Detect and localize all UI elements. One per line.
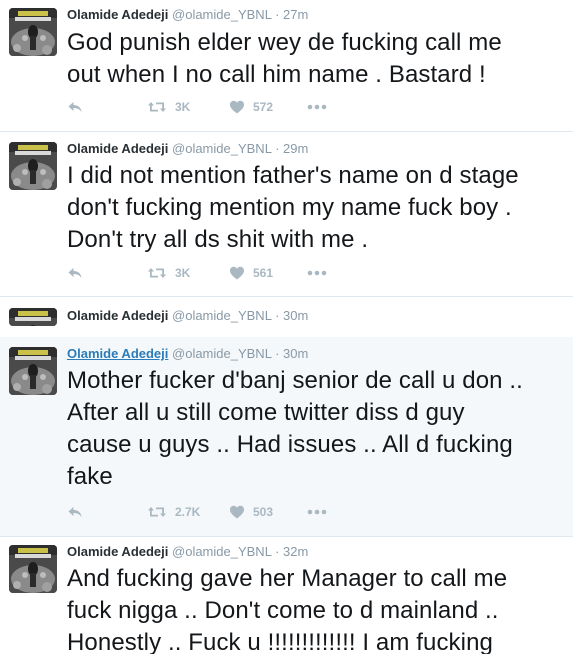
- more-icon: [307, 270, 327, 276]
- tweet[interactable]: Olamide Adedeji @olamide_YBNL · 30m: [0, 297, 573, 337]
- tweet-text: Mother fucker d'banj senior de call u do…: [67, 367, 523, 490]
- tweet-hovered[interactable]: Olamide Adedeji @olamide_YBNL · 30m Moth…: [0, 337, 573, 537]
- tweet-text: And fucking gave her Manager to call me …: [67, 565, 508, 654]
- author-handle[interactable]: @olamide_YBNL: [172, 141, 271, 156]
- tweet-timestamp[interactable]: 30m: [283, 346, 308, 361]
- tweet-header: Olamide Adedeji @olamide_YBNL · 30m: [67, 308, 308, 324]
- author-handle[interactable]: @olamide_YBNL: [172, 346, 271, 361]
- tweet-header: Olamide Adedeji @olamide_YBNL · 30m: [67, 346, 308, 362]
- separator: ·: [275, 544, 280, 559]
- like-count: 561: [253, 266, 274, 280]
- tweet-header: Olamide Adedeji @olamide_YBNL · 29m: [67, 141, 308, 157]
- separator: ·: [275, 141, 280, 156]
- separator: ·: [275, 346, 280, 361]
- author-handle[interactable]: @olamide_YBNL: [172, 7, 271, 22]
- author-name[interactable]: Olamide Adedeji: [67, 544, 168, 559]
- tweet-timestamp[interactable]: 30m: [283, 308, 308, 323]
- avatar-image: [9, 142, 57, 190]
- avatar[interactable]: [9, 142, 57, 190]
- reply-button[interactable]: [67, 504, 83, 520]
- more-icon: [307, 509, 327, 515]
- avatar[interactable]: [9, 308, 57, 326]
- more-button[interactable]: [307, 270, 327, 276]
- retweet-icon: [147, 99, 167, 115]
- tweet-header: Olamide Adedeji @olamide_YBNL · 32m: [67, 544, 308, 560]
- reply-button[interactable]: [67, 265, 83, 281]
- tweet-feed: Olamide Adedeji @olamide_YBNL · 27m God …: [0, 0, 573, 654]
- tweet-timestamp[interactable]: 32m: [283, 544, 308, 559]
- tweet-text: God punish elder wey de fucking call me …: [67, 29, 502, 88]
- more-button[interactable]: [307, 509, 327, 515]
- avatar-image: [9, 8, 57, 56]
- like-button[interactable]: 561: [229, 265, 273, 281]
- tweet-text: I did not mention father's name on d sta…: [67, 162, 519, 253]
- avatar-image: [9, 545, 57, 593]
- like-icon: [229, 265, 245, 281]
- separator: ·: [275, 7, 280, 22]
- like-count: 572: [253, 100, 274, 114]
- avatar-image: [9, 308, 57, 326]
- retweet-button[interactable]: 3K: [147, 99, 190, 115]
- author-name[interactable]: Olamide Adedeji: [67, 346, 168, 361]
- reply-button[interactable]: [67, 99, 83, 115]
- more-icon: [307, 104, 327, 110]
- retweet-count: 2.7K: [175, 505, 201, 519]
- avatar[interactable]: [9, 347, 57, 395]
- more-button[interactable]: [307, 104, 327, 110]
- like-icon: [229, 504, 245, 520]
- author-name[interactable]: Olamide Adedeji: [67, 141, 168, 156]
- avatar-image: [9, 347, 57, 395]
- retweet-button[interactable]: 2.7K: [147, 504, 200, 520]
- reply-icon: [67, 504, 83, 520]
- like-icon: [229, 99, 245, 115]
- retweet-icon: [147, 265, 167, 281]
- retweet-icon: [147, 504, 167, 520]
- tweet[interactable]: Olamide Adedeji @olamide_YBNL · 27m God …: [0, 0, 573, 132]
- avatar[interactable]: [9, 545, 57, 593]
- reply-icon: [67, 265, 83, 281]
- tweet-timestamp[interactable]: 29m: [283, 141, 308, 156]
- retweet-count: 3K: [175, 100, 191, 114]
- reply-icon: [67, 99, 83, 115]
- tweet[interactable]: Olamide Adedeji @olamide_YBNL · 29m I di…: [0, 132, 573, 297]
- author-name[interactable]: Olamide Adedeji: [67, 308, 168, 323]
- author-handle[interactable]: @olamide_YBNL: [172, 544, 271, 559]
- like-button[interactable]: 503: [229, 504, 273, 520]
- tweet-header: Olamide Adedeji @olamide_YBNL · 27m: [67, 7, 308, 23]
- retweet-count: 3K: [175, 266, 191, 280]
- like-button[interactable]: 572: [229, 99, 273, 115]
- author-handle[interactable]: @olamide_YBNL: [172, 308, 271, 323]
- tweet-timestamp[interactable]: 27m: [283, 7, 308, 22]
- separator: ·: [275, 308, 280, 323]
- avatar[interactable]: [9, 8, 57, 56]
- tweet[interactable]: Olamide Adedeji @olamide_YBNL · 32m And …: [0, 537, 573, 654]
- like-count: 503: [253, 505, 274, 519]
- author-name[interactable]: Olamide Adedeji: [67, 7, 168, 22]
- retweet-button[interactable]: 3K: [147, 265, 190, 281]
